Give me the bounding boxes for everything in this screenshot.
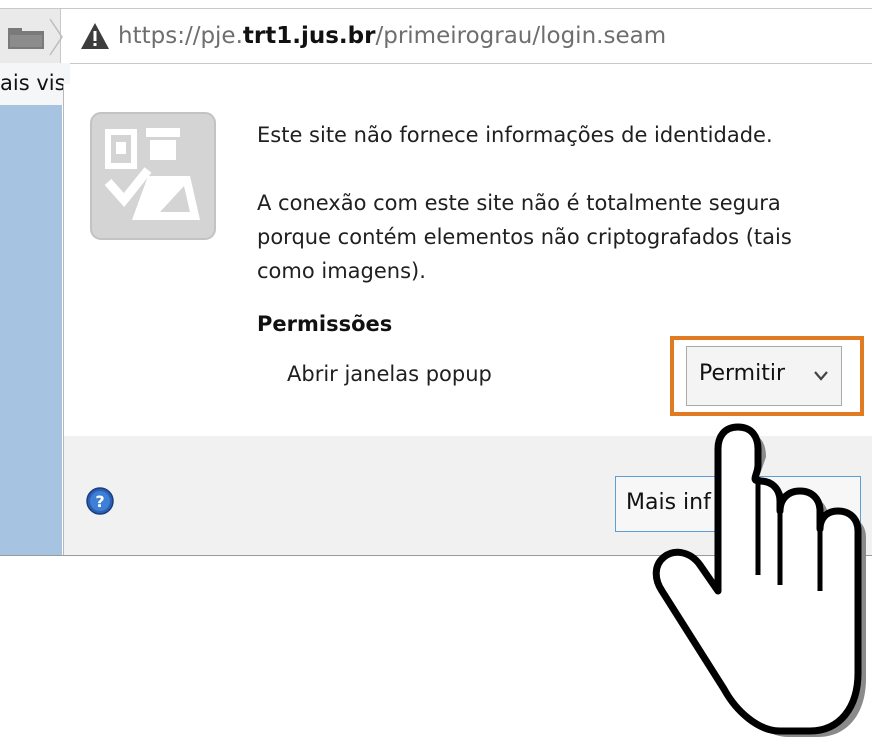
breadcrumb-chevron-icon bbox=[49, 18, 63, 56]
connection-message-line: como imagens). bbox=[257, 259, 426, 283]
identity-message: Este site não fornece informações de ide… bbox=[257, 123, 773, 147]
help-icon[interactable]: ? bbox=[86, 487, 114, 515]
permissions-title: Permissões bbox=[257, 312, 393, 336]
hand-cursor-icon bbox=[652, 423, 866, 737]
svg-text:?: ? bbox=[95, 492, 104, 511]
passport-icon bbox=[90, 112, 216, 240]
url-domain: trt1.jus.br bbox=[242, 23, 376, 49]
connection-message-line: A conexão com este site não é totalmente… bbox=[257, 191, 781, 215]
highlight-box bbox=[670, 336, 864, 416]
popup-permission-label: Abrir janelas popup bbox=[287, 362, 492, 386]
connection-message-line: porque contém elementos não criptografad… bbox=[257, 225, 792, 249]
page-content-background bbox=[0, 105, 62, 555]
url-text[interactable]: https://pje.trt1.jus.br/primeirograu/log… bbox=[118, 22, 666, 50]
connection-message: A conexão com este site não é totalmente… bbox=[257, 186, 792, 288]
address-bar[interactable]: https://pje.trt1.jus.br/primeirograu/log… bbox=[0, 8, 872, 64]
url-prefix: https://pje. bbox=[118, 23, 243, 49]
warning-icon bbox=[81, 23, 109, 49]
url-path: /primeirograu/login.seam bbox=[375, 23, 667, 49]
folder-icon bbox=[8, 28, 44, 49]
bookmarks-bar: ais vis bbox=[0, 63, 70, 105]
bookmark-item[interactable]: ais vis bbox=[0, 71, 66, 95]
identity-button[interactable] bbox=[0, 9, 63, 63]
